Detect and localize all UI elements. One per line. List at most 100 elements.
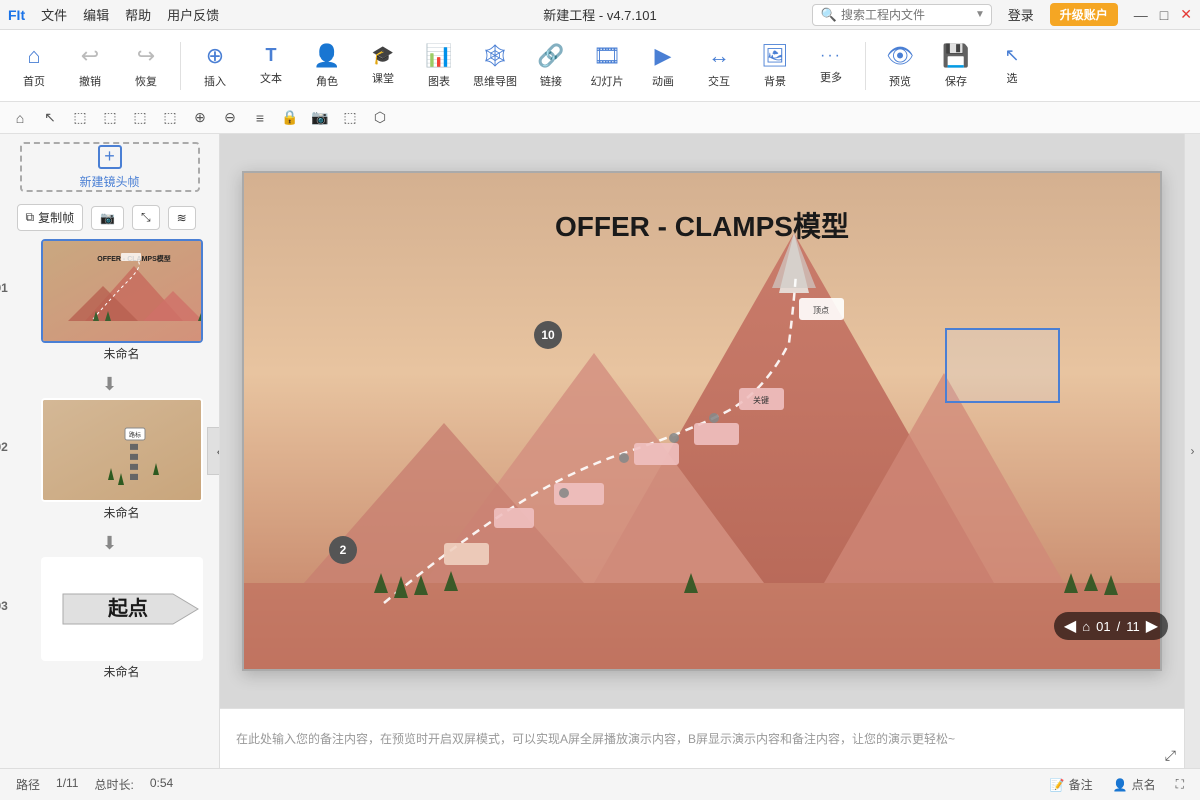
nav-total: 11 bbox=[1126, 619, 1140, 634]
menu-feedback[interactable]: 用户反馈 bbox=[167, 5, 219, 24]
badge-10: 10 bbox=[534, 321, 562, 349]
preview-icon: 👁 bbox=[886, 43, 914, 69]
app-logo: FIt bbox=[8, 7, 25, 23]
st-frame4-icon[interactable]: ⬚ bbox=[158, 106, 182, 130]
copy-frame-button[interactable]: ⧉ 复制帧 bbox=[17, 204, 84, 231]
toolbar-chart[interactable]: 📊 图表 bbox=[413, 34, 465, 98]
path-label: 路径 bbox=[16, 776, 40, 793]
new-frame-button[interactable]: + 新建镜头帧 bbox=[20, 142, 200, 192]
right-panel-toggle[interactable]: › bbox=[1184, 134, 1200, 768]
divider-2 bbox=[865, 42, 866, 90]
toolbar-insert[interactable]: ⊕ 插入 bbox=[189, 34, 241, 98]
st-frame1-icon[interactable]: ⬚ bbox=[68, 106, 92, 130]
course-icon: 🎓 bbox=[372, 45, 394, 66]
thumb-1-svg: OFFER - CLAMPS模型 bbox=[43, 241, 203, 341]
slide-item-1[interactable]: 01 OFFER - CLAMPS模型 bbox=[17, 239, 203, 366]
slide-thumb-1: OFFER - CLAMPS模型 bbox=[43, 241, 203, 341]
toolbar-more[interactable]: ··· 更多 bbox=[805, 34, 857, 98]
undo-label: 撤销 bbox=[79, 73, 101, 89]
toolbar-select[interactable]: ↖ 选 bbox=[986, 34, 1038, 98]
toolbar-home[interactable]: ⌂ 首页 bbox=[8, 34, 60, 98]
st-select-icon[interactable]: ↖ bbox=[38, 106, 62, 130]
notes-icon: 📝 bbox=[1050, 778, 1065, 792]
minimize-button[interactable]: — bbox=[1134, 7, 1148, 23]
preview-label: 预览 bbox=[889, 73, 911, 89]
new-frame-plus-icon: + bbox=[98, 145, 122, 169]
nav-next-button[interactable]: ▶ bbox=[1146, 616, 1158, 636]
nav-prev-button[interactable]: ◀ bbox=[1064, 616, 1076, 636]
toolbar-animation[interactable]: ▶ 动画 bbox=[637, 34, 689, 98]
menu-edit[interactable]: 编辑 bbox=[83, 5, 109, 24]
save-label: 保存 bbox=[945, 73, 967, 89]
copy-label: 复制帧 bbox=[38, 209, 74, 226]
svg-text:起点: 起点 bbox=[107, 597, 148, 620]
upgrade-button[interactable]: 升级账户 bbox=[1050, 3, 1118, 26]
slide-canvas[interactable]: 顶点 关键 bbox=[220, 134, 1184, 708]
st-fit-icon[interactable]: ≡ bbox=[248, 106, 272, 130]
slide-thumb-wrap-1: OFFER - CLAMPS模型 bbox=[41, 239, 203, 343]
screenshot-button[interactable]: 📷 bbox=[91, 206, 124, 230]
toolbar-interact[interactable]: ↔ 交互 bbox=[693, 34, 745, 98]
slide-item-3[interactable]: 03 起点 未命名 bbox=[17, 557, 203, 684]
home-icon: ⌂ bbox=[27, 43, 40, 69]
search-box[interactable]: 🔍 ▼ bbox=[812, 4, 992, 26]
st-hex-icon[interactable]: ⬡ bbox=[368, 106, 392, 130]
st-frame3-icon[interactable]: ⬚ bbox=[128, 106, 152, 130]
close-button[interactable]: ✕ bbox=[1180, 6, 1192, 23]
notes-expand-button[interactable]: ⤢ bbox=[1165, 747, 1176, 764]
canvas-title: OFFER - CLAMPS模型 bbox=[555, 205, 849, 245]
fullscreen-icon: ⛶ bbox=[1176, 777, 1184, 792]
status-left: 路径 1/11 总时长: 0:54 bbox=[16, 776, 173, 793]
secondary-toolbar: ⌂ ↖ ⬚ ⬚ ⬚ ⬚ ⊕ ⊖ ≡ 🔒 📷 ⬚ ⬡ bbox=[0, 102, 1200, 134]
collapse-panel-button[interactable]: ‹ bbox=[207, 427, 220, 475]
settings-button[interactable]: ≋ bbox=[168, 206, 196, 230]
nav-counter: ◀ ⌂ 01 / 11 ▶ bbox=[1054, 612, 1168, 640]
nav-home-icon[interactable]: ⌂ bbox=[1082, 619, 1090, 634]
menu-bar: FIt 文件 编辑 帮助 用户反馈 bbox=[8, 5, 219, 24]
search-input[interactable] bbox=[841, 8, 971, 22]
st-zoom-in-icon[interactable]: ⊕ bbox=[188, 106, 212, 130]
slide-number-3: 03 bbox=[0, 599, 8, 613]
st-grid-icon[interactable]: ⬚ bbox=[338, 106, 362, 130]
toolbar-slide[interactable]: 🎞 幻灯片 bbox=[581, 34, 633, 98]
toolbar-preview[interactable]: 👁 预览 bbox=[874, 34, 926, 98]
login-button[interactable]: 登录 bbox=[1000, 3, 1042, 26]
toolbar-mindmap[interactable]: 🕸 思维导图 bbox=[469, 34, 521, 98]
slide-item-2[interactable]: 02 bbox=[17, 398, 203, 525]
toolbar-redo[interactable]: ↪ 恢复 bbox=[120, 34, 172, 98]
window-controls: — □ ✕ bbox=[1134, 6, 1192, 23]
nav-current: 01 bbox=[1096, 619, 1110, 634]
roster-button[interactable]: 👤 点名 bbox=[1113, 776, 1156, 793]
st-camera-icon[interactable]: 📷 bbox=[308, 106, 332, 130]
fullscreen-button[interactable]: ⛶ bbox=[1176, 777, 1184, 792]
link-label: 链接 bbox=[540, 73, 562, 89]
window-title: 新建工程 - v4.7.101 bbox=[543, 5, 656, 24]
search-icon: 🔍 bbox=[821, 7, 837, 23]
toolbar-character[interactable]: 👤 角色 bbox=[301, 34, 353, 98]
menu-help[interactable]: 帮助 bbox=[125, 5, 151, 24]
toolbar-link[interactable]: 🔗 链接 bbox=[525, 34, 577, 98]
st-lock-icon[interactable]: 🔒 bbox=[278, 106, 302, 130]
toolbar-course[interactable]: 🎓 课堂 bbox=[357, 34, 409, 98]
status-right: 📝 备注 👤 点名 ⛶ bbox=[1050, 776, 1184, 793]
badge-2: 2 bbox=[329, 536, 357, 564]
notes-button[interactable]: 📝 备注 bbox=[1050, 776, 1093, 793]
toolbar-bg[interactable]: 🖼 背景 bbox=[749, 34, 801, 98]
st-home-icon[interactable]: ⌂ bbox=[8, 106, 32, 130]
toolbar-text[interactable]: T 文本 bbox=[245, 34, 297, 98]
search-dropdown-icon[interactable]: ▼ bbox=[975, 9, 985, 20]
toolbar-undo[interactable]: ↩ 撤销 bbox=[64, 34, 116, 98]
st-frame2-icon[interactable]: ⬚ bbox=[98, 106, 122, 130]
select-label: 选 bbox=[1007, 70, 1018, 86]
expand-icon: ⤡ bbox=[141, 210, 151, 225]
menu-file[interactable]: 文件 bbox=[41, 5, 67, 24]
expand-button[interactable]: ⤡ bbox=[132, 205, 160, 230]
st-zoom-out-icon[interactable]: ⊖ bbox=[218, 106, 242, 130]
chart-icon: 📊 bbox=[425, 43, 452, 69]
character-icon: 👤 bbox=[313, 43, 340, 69]
toolbar-save[interactable]: 💾 保存 bbox=[930, 34, 982, 98]
slide-tools: ⧉ 复制帧 📷 ⤡ ≋ bbox=[17, 204, 203, 231]
settings-icon: ≋ bbox=[177, 211, 187, 225]
maximize-button[interactable]: □ bbox=[1160, 7, 1168, 23]
slide-label: 幻灯片 bbox=[591, 73, 624, 89]
